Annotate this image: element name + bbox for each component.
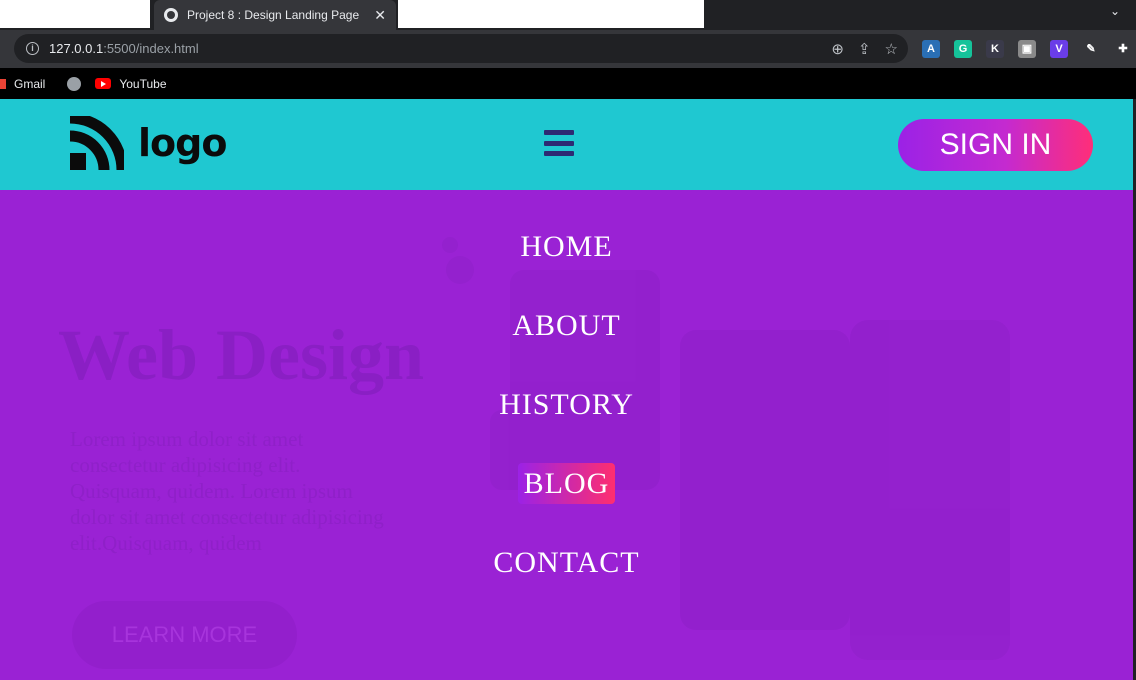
globe-icon — [67, 76, 82, 91]
address-bar: i 127.0.0.1:5500/index.html ⊕ ⇪ ☆ A G K ▣ V ✎… — [0, 30, 1136, 68]
bookmark-label: Gmail — [14, 76, 46, 91]
browser-tab-inactive[interactable] — [0, 0, 150, 28]
info-icon[interactable]: i — [26, 42, 39, 55]
url-host: 127.0.0.1 — [49, 41, 104, 56]
close-icon[interactable]: ✕ — [374, 7, 386, 24]
nav-item-label: BLOG — [517, 463, 616, 504]
logo-text: logo — [138, 121, 227, 165]
url-path: :5500/index.html — [103, 41, 199, 56]
tab-title: Project 8 : Design Landing Page — [187, 8, 360, 22]
browser-tab-inactive[interactable] — [398, 0, 704, 28]
site-logo[interactable]: logo — [70, 116, 227, 170]
nav-menu-overlay: HOME ABOUT HISTORY BLOG CONTACT — [0, 190, 1133, 680]
extension-icon[interactable]: G — [954, 40, 972, 58]
nav-item-blog[interactable]: BLOG — [0, 463, 1133, 504]
nav-item-label: CONTACT — [493, 546, 640, 579]
extension-icon[interactable]: K — [986, 40, 1004, 58]
zoom-icon[interactable]: ⊕ — [831, 40, 844, 58]
browser-tab-active[interactable]: Project 8 : Design Landing Page ✕ — [154, 0, 396, 30]
site-header: logo SIGN IN — [0, 99, 1133, 190]
nav-item-about[interactable]: ABOUT — [0, 309, 1133, 343]
extension-icon[interactable]: A — [922, 40, 940, 58]
logo-icon — [70, 116, 124, 170]
bookmarks-bar: Gmail YouTube — [0, 68, 1136, 99]
bookmark-globe[interactable] — [59, 76, 82, 91]
browser-tab-bar: Project 8 : Design Landing Page ✕ ⌄ — [0, 0, 1136, 30]
sign-in-button[interactable]: SIGN IN — [898, 119, 1093, 171]
extension-icon[interactable]: ✚ — [1114, 40, 1132, 58]
nav-item-label: HOME — [520, 230, 613, 263]
star-icon[interactable]: ☆ — [885, 40, 898, 58]
bookmark-label: YouTube — [119, 76, 167, 91]
nav-item-contact[interactable]: CONTACT — [0, 546, 1133, 580]
hamburger-menu-icon[interactable] — [544, 130, 574, 156]
gmail-icon — [0, 78, 6, 89]
extension-icon[interactable]: V — [1050, 40, 1068, 58]
extension-icon[interactable]: ▣ — [1018, 40, 1036, 58]
youtube-icon — [95, 78, 112, 89]
nav-item-history[interactable]: HISTORY — [0, 388, 1133, 422]
globe-icon — [164, 8, 178, 22]
web-page: logo SIGN IN Web Design Lorem ipsum dolo… — [0, 99, 1136, 680]
chevron-down-icon[interactable]: ⌄ — [1110, 4, 1120, 18]
nav-item-home[interactable]: HOME — [0, 230, 1133, 264]
bookmark-youtube[interactable]: YouTube — [95, 76, 167, 91]
nav-item-label: ABOUT — [512, 309, 621, 342]
share-icon[interactable]: ⇪ — [858, 40, 871, 58]
extension-icon[interactable]: ✎ — [1082, 40, 1100, 58]
bookmark-gmail[interactable]: Gmail — [0, 77, 45, 91]
nav-item-label: HISTORY — [499, 388, 634, 421]
url-input[interactable]: i 127.0.0.1:5500/index.html ⊕ ⇪ ☆ — [14, 34, 908, 63]
